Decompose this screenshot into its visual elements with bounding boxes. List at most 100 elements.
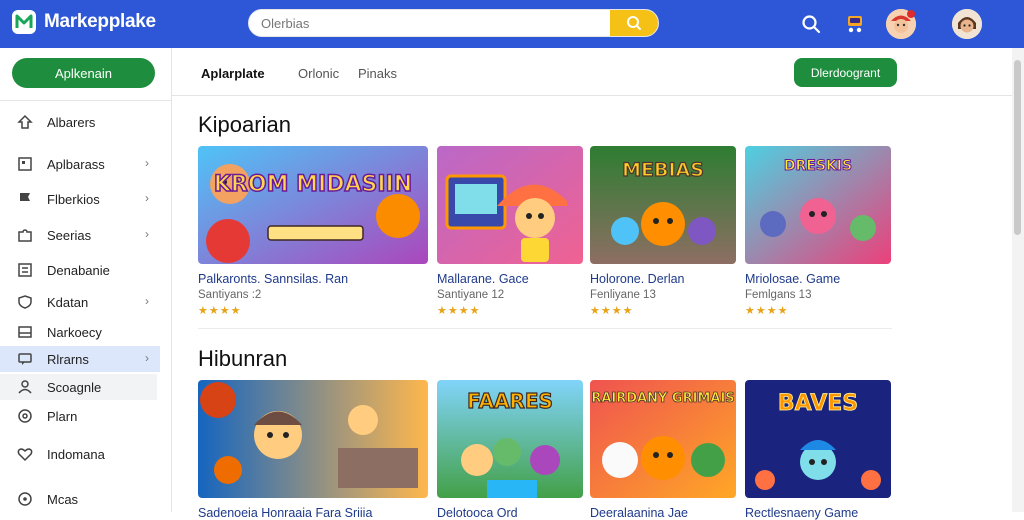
sidebar-item-kdatan[interactable]: Kdatan › <box>0 289 160 315</box>
section-title: Kipoarian <box>198 112 291 137</box>
sidebar-item-indomana[interactable]: Indomana <box>0 441 160 467</box>
settings-icon <box>18 409 32 423</box>
grid-icon <box>18 157 32 171</box>
sidebar-item-label: Mcas <box>47 492 79 507</box>
game-card[interactable]: BAVES Rectlesnaeny Game <box>745 380 891 520</box>
sidebar-item-label: Kdatan <box>47 295 89 310</box>
game-card[interactable]: KROM MIDASIIN Palkaronts. Sannsilas. Ran… <box>198 146 428 317</box>
section-divider <box>198 328 892 329</box>
search-icon <box>627 16 641 30</box>
rating-stars: ★★★★ <box>745 305 789 317</box>
sidebar-item-seerias[interactable]: Seerias › <box>0 222 160 248</box>
sidebar-item-scoagnle[interactable]: Scoagnle <box>0 374 157 400</box>
app-logo[interactable]: Markepplake <box>12 10 156 34</box>
game-thumbnail <box>198 380 428 498</box>
card-title[interactable]: Sadenoeia Honraaia Fara Sriiia <box>198 506 428 520</box>
game-thumbnail <box>437 146 583 264</box>
game-thumbnail: RAIRDANY GRIMAIS <box>590 380 736 498</box>
sidebar-item-label: Albarers <box>47 115 96 130</box>
chat-icon <box>18 353 32 365</box>
search-button[interactable] <box>610 10 658 36</box>
game-card[interactable]: FAARES Delotooca Ord <box>437 380 583 520</box>
sidebar-item-mcas[interactable]: Mcas <box>0 486 160 512</box>
sidebar-item-albarers[interactable]: Albarers <box>0 109 160 135</box>
card-title[interactable]: Mriolosae. Game <box>745 272 891 286</box>
card-art-text: KROM MIDASIIN <box>214 172 412 197</box>
game-card[interactable]: Sadenoeia Honraaia Fara Sriiia <box>198 380 428 520</box>
game-card[interactable]: Mallarane. Gace Santiyane 12 ★★★★ <box>437 146 583 317</box>
sidebar-item-label: Scoagnle <box>47 380 102 395</box>
sidebar-item-label: Seerias <box>47 228 92 243</box>
user-avatar-icon[interactable] <box>952 9 982 39</box>
scrollbar[interactable] <box>1012 48 1024 512</box>
sidebar-item-narkoecy[interactable]: Narkoecy <box>0 319 160 345</box>
tab-aplarplate[interactable]: Aplarplate <box>201 66 265 81</box>
sub-header: Aplarplate Orlonic Pinaks Dlerdoogrant <box>172 48 1012 96</box>
game-card[interactable]: RAIRDANY GRIMAIS Deeralaanina Jae <box>590 380 736 520</box>
sidebar: Aplkenain Albarers Aplbarass › Flberkios… <box>0 48 172 512</box>
card-subtitle: Santiyans :2 <box>198 289 262 301</box>
card-title[interactable]: Deeralaanina Jae <box>590 506 736 520</box>
card-title[interactable]: Delotooca Ord <box>437 506 583 520</box>
sidebar-item-label: Aplbarass <box>47 157 105 172</box>
card-title[interactable]: Palkaronts. Sannsilas. Ran <box>198 272 428 286</box>
primary-sidebar-button[interactable]: Aplkenain <box>12 58 155 88</box>
gamepad-icon[interactable] <box>840 9 870 39</box>
sidebar-item-label: Plarn <box>47 409 78 424</box>
top-bar: Markepplake <box>0 0 1024 48</box>
game-card[interactable]: DRESKIS Mriolosae. Game Femlgans 13 ★★★★ <box>745 146 891 317</box>
sidebar-item-label: Flberkios <box>47 192 100 207</box>
card-subtitle: Femlgans 13 <box>745 289 812 301</box>
notification-avatar-icon[interactable] <box>886 9 916 39</box>
card-title[interactable]: Mallarane. Gace <box>437 272 583 286</box>
search-icon[interactable] <box>796 9 826 39</box>
sidebar-item-flberkios[interactable]: Flberkios › <box>0 186 160 212</box>
chevron-right-icon: › <box>145 191 149 205</box>
section-title: Hibunran <box>198 346 288 371</box>
download-button[interactable]: Dlerdoogrant <box>794 58 897 87</box>
app-name: Markepplake <box>44 11 156 32</box>
user-icon <box>18 380 32 394</box>
rating-stars: ★★★★ <box>590 305 634 317</box>
tab-pinaks[interactable]: Pinaks <box>358 66 397 81</box>
logo-icon <box>12 10 36 34</box>
heart-icon <box>17 448 33 462</box>
card-art-text: DRESKIS <box>784 158 852 174</box>
game-thumbnail: FAARES <box>437 380 583 498</box>
card-title[interactable]: Holorone. Derlan <box>590 272 736 286</box>
sidebar-divider <box>0 100 172 101</box>
chevron-right-icon: › <box>145 294 149 308</box>
game-thumbnail: BAVES <box>745 380 891 498</box>
chevron-right-icon: › <box>145 227 149 241</box>
sidebar-item-label: Denabanie <box>47 263 110 278</box>
sidebar-item-aplbarass[interactable]: Aplbarass › <box>0 151 160 177</box>
card-subtitle: Santiyane 12 <box>437 289 505 301</box>
game-thumbnail: KROM MIDASIIN <box>198 146 428 264</box>
sidebar-item-rlrarns[interactable]: Rlrarns › <box>0 346 160 372</box>
search-input[interactable] <box>249 10 611 36</box>
game-card[interactable]: MEBIAS Holorone. Derlan Fenliyane 13 ★★★… <box>590 146 736 317</box>
tab-orlonic[interactable]: Orlonic <box>298 66 339 81</box>
chevron-right-icon: › <box>145 156 149 170</box>
scrollbar-thumb[interactable] <box>1014 60 1021 235</box>
card-title[interactable]: Rectlesnaeny Game <box>745 506 891 520</box>
card-art-text: MEBIAS <box>622 159 704 181</box>
sidebar-item-denabanie[interactable]: Denabanie <box>0 257 160 283</box>
rating-stars: ★★★★ <box>198 305 242 317</box>
rating-stars: ★★★★ <box>437 305 481 317</box>
circle-icon <box>18 492 32 506</box>
tag-icon <box>17 114 33 129</box>
card-art-text: BAVES <box>778 391 858 416</box>
card-art-text: RAIRDANY GRIMAIS <box>591 391 734 406</box>
card-subtitle: Fenliyane 13 <box>590 289 656 301</box>
chevron-right-icon: › <box>145 351 149 365</box>
sidebar-item-label: Indomana <box>47 447 105 462</box>
card-art-text: FAARES <box>467 389 553 413</box>
square-icon <box>18 326 32 338</box>
list-icon <box>18 263 32 277</box>
game-thumbnail: MEBIAS <box>590 146 736 264</box>
search-bar <box>248 9 659 37</box>
sidebar-item-plarn[interactable]: Plarn <box>0 403 160 429</box>
sidebar-item-label: Narkoecy <box>47 325 102 340</box>
sidebar-item-label: Rlrarns <box>47 352 89 367</box>
